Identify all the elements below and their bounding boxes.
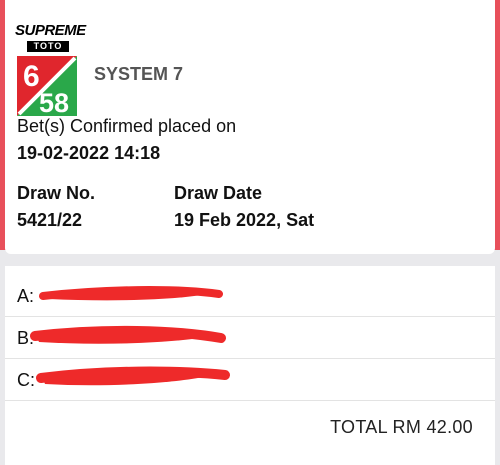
redaction-mark xyxy=(39,286,223,301)
system-type-label: SYSTEM 7 xyxy=(94,64,184,84)
draw-date-value: 19 Feb 2022, Sat xyxy=(174,210,315,230)
logo-denominator: 58 xyxy=(39,88,69,116)
total-amount: TOTAL RM 42.00 xyxy=(330,417,473,437)
draw-number-value: 5421/22 xyxy=(17,210,83,230)
confirmation-text: Bet(s) Confirmed placed on xyxy=(17,116,237,136)
logo-6-58-icon: 6 58 xyxy=(17,56,77,116)
logo-toto-text: TOTO xyxy=(27,41,69,52)
draw-date-label: Draw Date xyxy=(174,183,263,203)
bet-row: C: xyxy=(5,358,495,401)
confirmation-datetime: 19-02-2022 14:18 xyxy=(17,143,161,163)
supreme-toto-logo: SUPREME TOTO 6 58 xyxy=(15,22,86,116)
draw-number-label: Draw No. xyxy=(17,183,96,203)
bet-row: A: xyxy=(5,274,495,317)
bet-row: B: xyxy=(5,316,495,359)
logo-brand-text: SUPREME xyxy=(15,22,86,39)
logo-numerator: 6 xyxy=(23,60,40,93)
redaction-mark xyxy=(36,366,230,386)
redaction-mark xyxy=(30,325,226,344)
